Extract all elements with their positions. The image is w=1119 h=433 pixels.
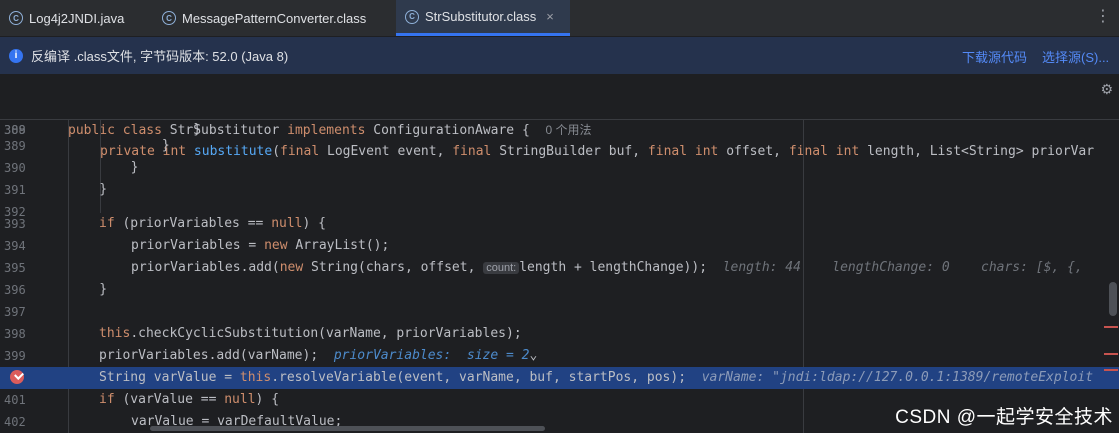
decompiled-info-banner: i 反编译 .class文件, 字节码版本: 52.0 (Java 8) 下载源…	[0, 37, 1119, 75]
java-class-icon: C	[9, 11, 23, 25]
parameter-hint: count:	[483, 262, 520, 274]
debug-inline-value: length: 44	[722, 260, 801, 275]
class-file-icon: C	[405, 9, 419, 24]
tab-label: StrSubstitutor.class	[425, 9, 537, 24]
breakpoint-icon[interactable]	[10, 370, 24, 384]
close-icon[interactable]: ×	[546, 9, 554, 24]
code-line: 393 if (priorVariables == null) {	[4, 216, 326, 231]
tab-strsubstitutor[interactable]: C StrSubstitutor.class ×	[396, 0, 570, 36]
code-line: 390 }	[4, 160, 139, 175]
editor-tab-bar: C Log4j2JNDI.java C MessagePatternConver…	[0, 0, 1119, 37]
error-stripe-mark[interactable]	[1104, 369, 1118, 371]
code-line: 397	[4, 305, 26, 319]
code-line: 396 }	[4, 282, 108, 297]
code-editor[interactable]: 20 public class StrSubstitutor implement…	[0, 75, 1119, 433]
expand-chevron-icon[interactable]: ⌄	[529, 348, 537, 363]
current-execution-line: 400String varValue = this.resolveVariabl…	[0, 367, 1119, 389]
sticky-line-method: 309 private int substitute(final LogEven…	[0, 97, 1119, 159]
gear-icon[interactable]: ⚙	[1100, 82, 1113, 98]
tab-log4j2jndi[interactable]: C Log4j2JNDI.java	[0, 0, 161, 36]
sticky-line-class: 20 public class StrSubstitutor implement…	[0, 75, 1119, 138]
download-sources-link[interactable]: 下载源代码	[962, 47, 1027, 66]
horizontal-scrollbar[interactable]	[150, 426, 545, 431]
tab-label: MessagePatternConverter.class	[182, 10, 367, 26]
tab-label: Log4j2JNDI.java	[29, 10, 125, 26]
vertical-scrollbar[interactable]	[1109, 282, 1117, 316]
watermark: CSDN @一起学安全技术	[895, 407, 1113, 428]
error-stripe-mark[interactable]	[1104, 353, 1118, 355]
code-line: 399 priorVariables.add(varName); priorVar…	[4, 348, 538, 363]
debug-inline-value: lengthChange: 0	[832, 260, 950, 275]
debug-inline-value[interactable]: priorVariables: size = 2	[334, 348, 530, 363]
debug-inline-value: chars: [$, {,	[981, 260, 1083, 275]
code-line: 389 }	[4, 138, 170, 153]
code-line: 391 }	[4, 182, 108, 197]
error-stripe-mark[interactable]	[1104, 326, 1118, 328]
info-icon: i	[9, 48, 23, 63]
code-line: 394 priorVariables = new ArrayList();	[4, 238, 390, 253]
decompiled-info-text: 反编译 .class文件, 字节码版本: 52.0 (Java 8)	[31, 49, 289, 64]
tab-messagepatternconverter[interactable]: C MessagePatternConverter.class	[153, 0, 404, 36]
debug-inline-value: varName: "jndi:ldap://127.0.0.1:1389/rem…	[701, 370, 1094, 385]
more-tabs-icon[interactable]: ⋮	[1095, 6, 1111, 25]
code-line: 395 priorVariables.add(new String(chars, …	[4, 260, 1083, 275]
choose-sources-link[interactable]: 选择源(S)...	[1042, 47, 1109, 66]
class-file-icon: C	[162, 11, 176, 25]
code-line: 398 this.checkCyclicSubstitution(varName,…	[4, 326, 522, 341]
